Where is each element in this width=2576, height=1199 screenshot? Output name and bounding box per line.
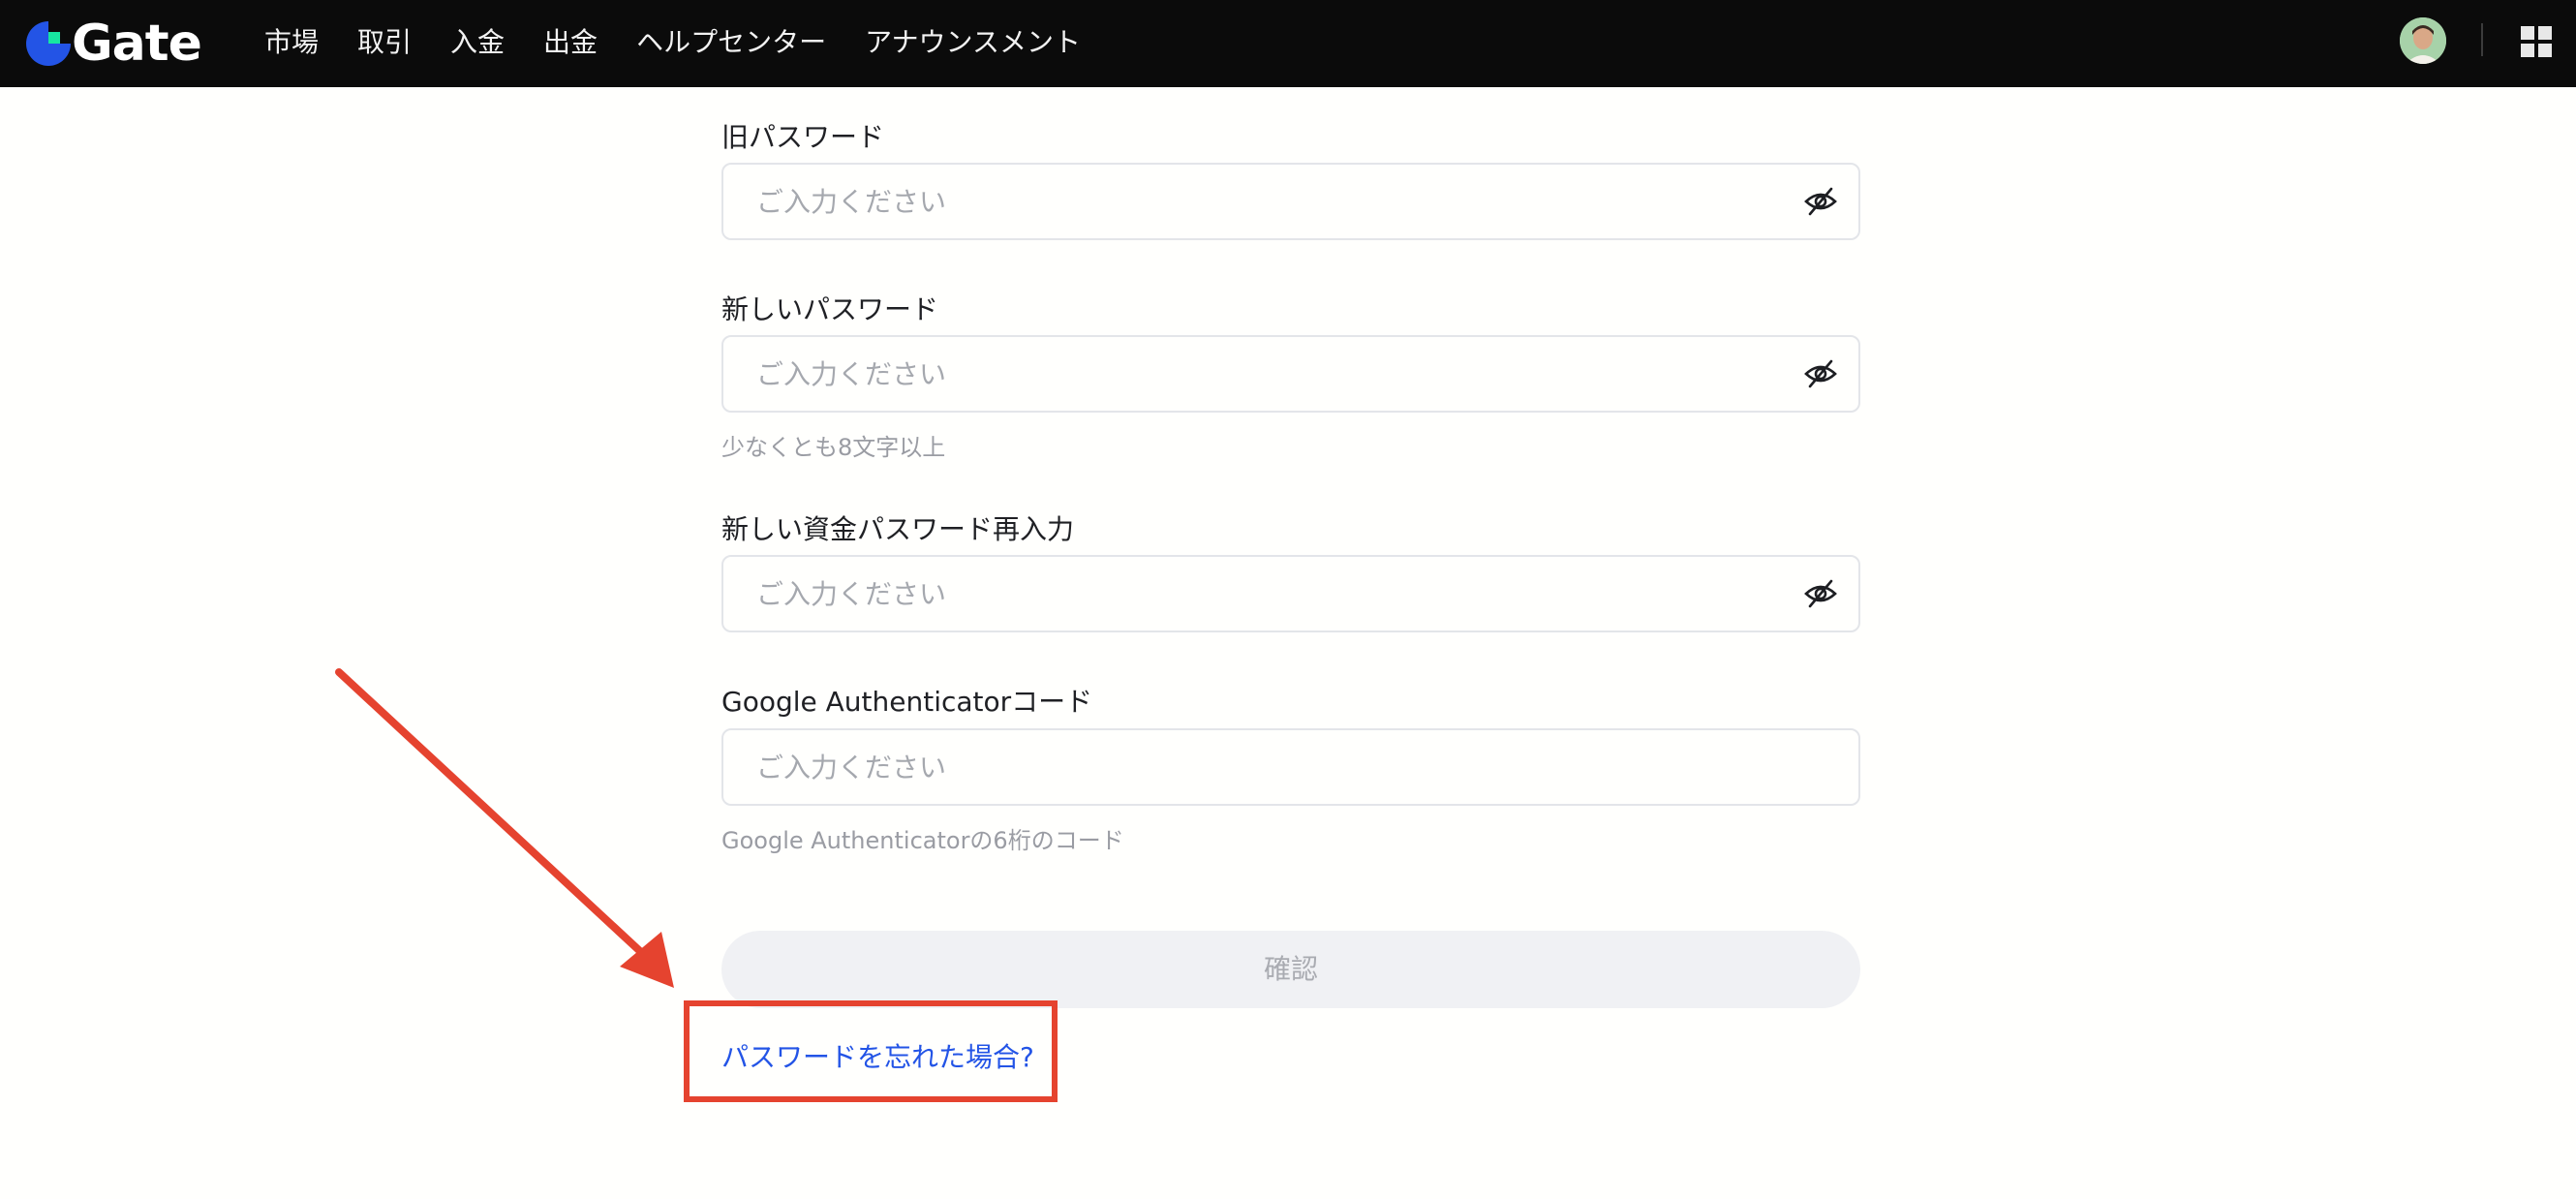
gate-logo[interactable]: Gate	[23, 15, 202, 73]
nav-item-trade[interactable]: 取引	[357, 21, 412, 60]
nav-item-deposit[interactable]: 入金	[450, 21, 505, 60]
new-password-input[interactable]	[756, 337, 1763, 411]
google-auth-hint: Google Authenticatorの6桁のコード	[721, 827, 1124, 854]
old-password-input[interactable]	[756, 165, 1763, 238]
top-navigation-bar: Gate 市場 取引 入金 出金 ヘルプセンター アナウンスメント	[0, 0, 2576, 87]
nav-item-withdraw[interactable]: 出金	[543, 21, 598, 60]
old-password-label: 旧パスワード	[721, 121, 885, 153]
confirm-password-field[interactable]	[721, 555, 1860, 632]
google-auth-input[interactable]	[756, 730, 1763, 804]
eye-off-icon[interactable]	[1804, 186, 1837, 217]
new-password-field[interactable]	[721, 335, 1860, 413]
main-nav: 市場 取引 入金 出金 ヘルプセンター アナウンスメント	[264, 0, 1119, 81]
new-password-hint: 少なくとも8文字以上	[721, 434, 946, 461]
annotation-highlight-box	[684, 1000, 1058, 1102]
eye-off-icon[interactable]	[1804, 578, 1837, 609]
avatar-image	[2400, 17, 2446, 64]
app-grid-icon[interactable]	[2521, 26, 2552, 57]
old-password-field[interactable]	[721, 163, 1860, 240]
new-password-label: 新しいパスワード	[721, 293, 939, 325]
google-auth-label: Google Authenticatorコード	[721, 686, 1093, 718]
header-divider	[2481, 23, 2483, 56]
confirm-password-label: 新しい資金パスワード再入力	[721, 513, 1075, 545]
eye-off-icon[interactable]	[1804, 358, 1837, 389]
nav-item-help-center[interactable]: ヘルプセンター	[636, 21, 826, 60]
nav-item-announcement[interactable]: アナウンスメント	[865, 21, 1081, 60]
confirm-password-input[interactable]	[756, 557, 1763, 630]
gate-logo-icon	[26, 21, 71, 66]
confirm-button[interactable]: 確認	[721, 931, 1860, 1008]
google-auth-field[interactable]	[721, 728, 1860, 806]
avatar[interactable]	[2400, 17, 2446, 64]
logo-text: Gate	[72, 15, 202, 73]
nav-item-market[interactable]: 市場	[264, 21, 319, 60]
